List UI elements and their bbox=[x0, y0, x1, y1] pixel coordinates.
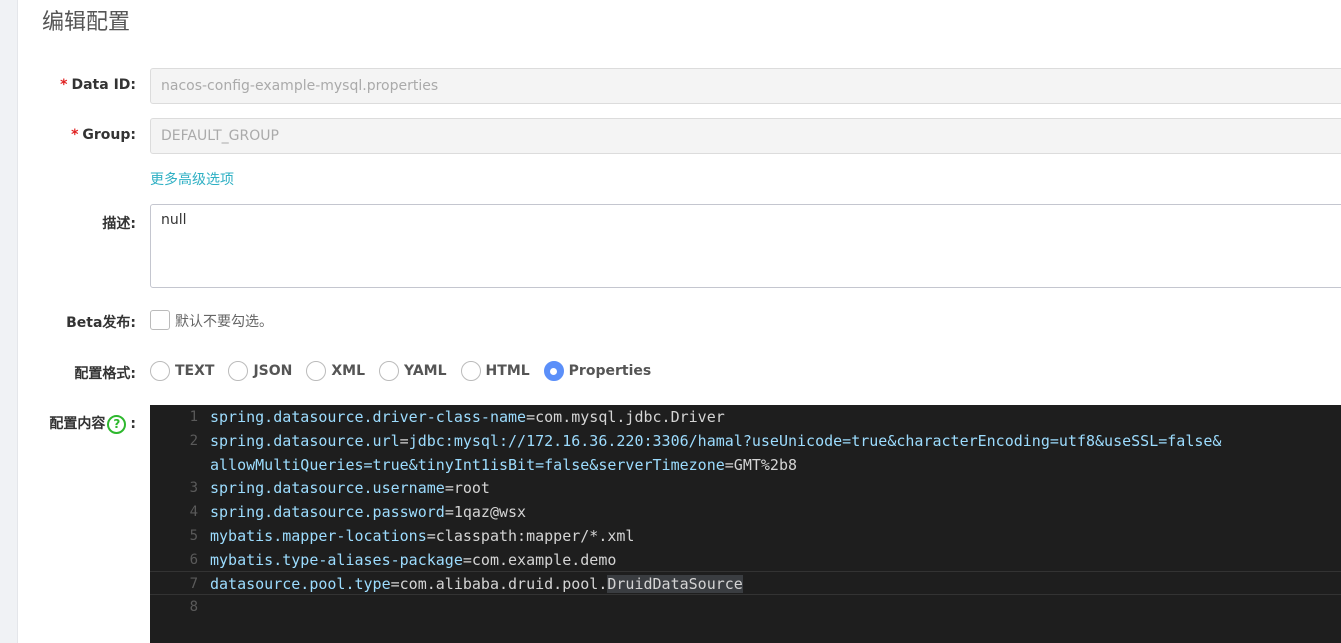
group-label-text: Group: bbox=[82, 127, 136, 143]
code-eq: = bbox=[462, 551, 472, 569]
code-eq: = bbox=[526, 408, 536, 426]
radio-label: TEXT bbox=[175, 363, 215, 379]
radio-button-selected[interactable] bbox=[543, 361, 564, 381]
editor-line: 2 spring.datasource.url=jdbc:mysql://172… bbox=[150, 429, 1341, 453]
beta-label: Beta发布: bbox=[66, 315, 136, 331]
data-id-input[interactable]: nacos-config-example-mysql.properties bbox=[150, 68, 1341, 104]
data-id-label: * Data ID: bbox=[60, 77, 136, 93]
code-key: mybatis.type-aliases-package bbox=[210, 551, 463, 569]
format-option-xml[interactable]: XML bbox=[306, 361, 365, 381]
code-key: datasource.pool.type bbox=[210, 575, 391, 593]
format-option-properties[interactable]: Properties bbox=[543, 361, 652, 381]
content-label: 配置内容?: bbox=[49, 413, 136, 434]
code-key: spring.datasource.url bbox=[210, 432, 400, 450]
code-value: classpath:mapper/*.xml bbox=[435, 527, 635, 545]
code-value: root bbox=[453, 479, 490, 497]
line-number: 1 bbox=[189, 409, 198, 425]
group-label: * Group: bbox=[71, 127, 136, 143]
code-value-selected: DruidDataSource bbox=[607, 575, 743, 593]
code-value: com.mysql.jdbc.Driver bbox=[535, 408, 725, 426]
code-eq: = bbox=[399, 432, 409, 450]
code-value: 1qaz@wsx bbox=[453, 503, 527, 521]
beta-checkbox-label: 默认不要勾选。 bbox=[175, 314, 273, 330]
help-icon[interactable]: ? bbox=[107, 414, 127, 434]
format-option-json[interactable]: JSON bbox=[228, 361, 292, 381]
format-label: 配置格式: bbox=[74, 366, 136, 382]
format-radio-group: TEXT JSON XML YAML HTML Properties bbox=[150, 359, 665, 383]
editor-line: 3 spring.datasource.username=root bbox=[150, 476, 1341, 500]
page-title: 编辑配置 bbox=[42, 10, 131, 35]
description-textarea[interactable]: null bbox=[150, 204, 1341, 288]
editor-line: 6 mybatis.type-aliases-package=com.examp… bbox=[150, 548, 1341, 572]
code-key: spring.datasource.driver-class-name bbox=[210, 408, 527, 426]
editor-line: 4 spring.datasource.password=1qaz@wsx bbox=[150, 500, 1341, 524]
left-rail bbox=[0, 0, 18, 643]
format-option-text[interactable]: TEXT bbox=[150, 361, 214, 381]
line-number: 8 bbox=[189, 599, 198, 615]
radio-button[interactable] bbox=[150, 361, 170, 381]
advanced-options-link[interactable]: 更多高级选项 bbox=[150, 169, 234, 189]
line-number: 3 bbox=[189, 480, 198, 496]
radio-label: Properties bbox=[568, 363, 652, 379]
radio-label: HTML bbox=[485, 363, 530, 379]
radio-button[interactable] bbox=[306, 361, 327, 381]
code-key: spring.datasource.username bbox=[210, 479, 445, 497]
radio-button[interactable] bbox=[460, 361, 481, 381]
editor-line-active: 7 datasource.pool.type=com.alibaba.druid… bbox=[150, 571, 1341, 595]
line-number: 7 bbox=[189, 576, 198, 592]
editor-line-wrapped: allowMultiQueries=true&tinyInt1isBit=fal… bbox=[150, 453, 1341, 477]
code-eq: = bbox=[444, 479, 454, 497]
radio-label: YAML bbox=[404, 363, 447, 379]
code-eq: = bbox=[390, 575, 400, 593]
code-value: com.example.demo bbox=[471, 551, 617, 569]
code-key: mybatis.mapper-locations bbox=[210, 527, 427, 545]
format-option-yaml[interactable]: YAML bbox=[379, 361, 447, 381]
code-editor[interactable]: 1 spring.datasource.driver-class-name=co… bbox=[150, 405, 1341, 643]
code-value: com.alibaba.druid.pool. bbox=[399, 575, 608, 593]
content-label-colon: : bbox=[130, 416, 136, 432]
radio-button[interactable] bbox=[379, 361, 400, 381]
code-key: spring.datasource.password bbox=[210, 503, 445, 521]
radio-label: JSON bbox=[253, 363, 293, 379]
code-key: allowMultiQueries=true&tinyInt1isBit=fal… bbox=[210, 456, 725, 474]
code-eq: = bbox=[444, 503, 454, 521]
code-value: jdbc:mysql://172.16.36.220:3306/hamal?us… bbox=[408, 432, 1222, 450]
radio-button[interactable] bbox=[228, 361, 249, 381]
content-label-text: 配置内容 bbox=[49, 416, 106, 432]
editor-line: 8 bbox=[150, 595, 1341, 619]
line-number: 6 bbox=[189, 552, 198, 568]
group-input[interactable]: DEFAULT_GROUP bbox=[150, 118, 1341, 154]
line-number: 5 bbox=[189, 528, 198, 544]
beta-checkbox[interactable] bbox=[150, 310, 170, 330]
code-eq: = bbox=[426, 527, 436, 545]
editor-line: 5 mybatis.mapper-locations=classpath:map… bbox=[150, 524, 1341, 548]
description-label: 描述: bbox=[102, 216, 136, 232]
editor-line: 1 spring.datasource.driver-class-name=co… bbox=[150, 405, 1341, 429]
required-mark: * bbox=[60, 77, 68, 93]
line-number: 2 bbox=[189, 433, 198, 449]
radio-label: XML bbox=[331, 363, 366, 379]
data-id-label-text: Data ID: bbox=[71, 77, 136, 93]
line-number: 4 bbox=[189, 504, 198, 520]
format-option-html[interactable]: HTML bbox=[460, 361, 530, 381]
code-value: GMT%2b8 bbox=[733, 456, 798, 474]
code-eq: = bbox=[724, 456, 734, 474]
required-mark: * bbox=[71, 127, 79, 143]
